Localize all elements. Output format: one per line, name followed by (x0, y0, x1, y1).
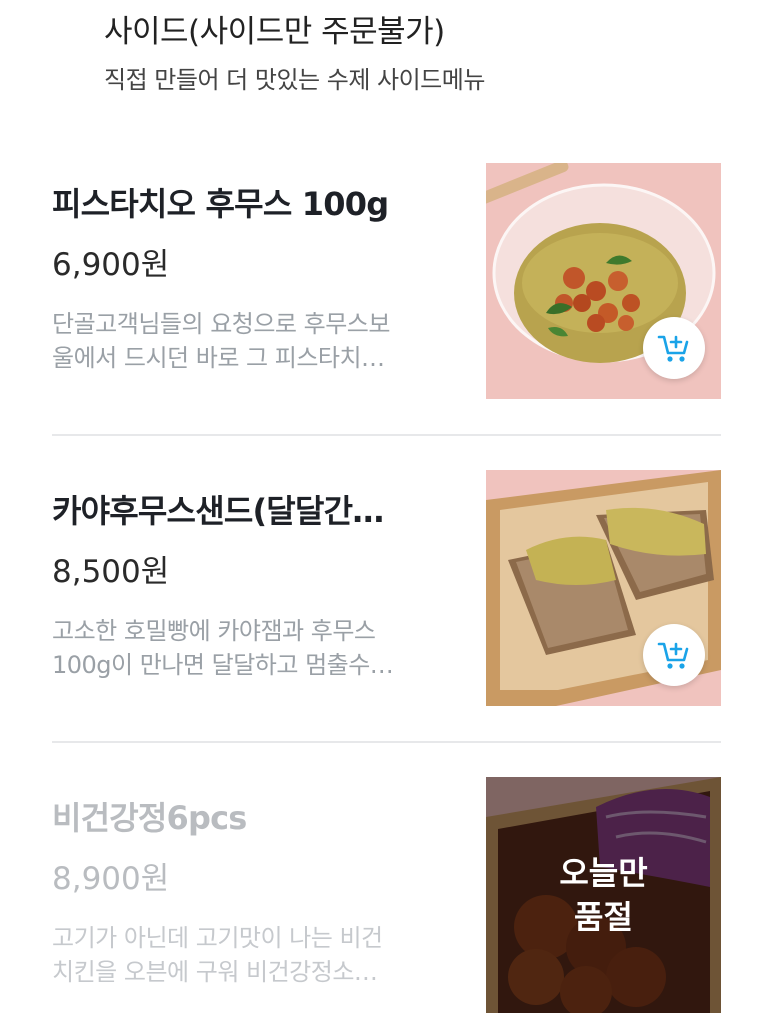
add-to-cart-button[interactable] (643, 624, 705, 686)
section-subtitle: 직접 만들어 더 맛있는 수제 사이드메뉴 (104, 66, 485, 94)
item-description: 단골고객님들의 요청으로 후무스보 울에서 드시던 바로 그 피스타치… (52, 307, 460, 375)
divider (52, 434, 721, 436)
item-name: 피스타치오 후무스 100g (52, 185, 389, 223)
hummus-bowl-photo[interactable] (486, 163, 721, 399)
item-price: 6,900원 (52, 247, 170, 283)
sold-out-label: 오늘만 품절 (559, 854, 648, 936)
divider (52, 741, 721, 743)
add-to-cart-icon (657, 642, 689, 669)
item-name: 카야후무스샌드(달달간… (52, 492, 384, 530)
item-description-line: 단골고객님들의 요청으로 후무스보 (52, 310, 390, 338)
menu-item-kaya-hummus-sandwich[interactable]: 카야후무스샌드(달달간… 8,500원 고소한 호밀빵에 카야잼과 후무스 10… (52, 470, 721, 710)
item-description-line: 울에서 드시던 바로 그 피스타치… (52, 344, 385, 372)
kaya-hummus-sandwich-photo[interactable] (486, 470, 721, 706)
item-price: 8,500원 (52, 554, 170, 590)
item-description-line: 치킨을 오븐에 구워 비건강정소… (52, 958, 378, 986)
item-price: 8,900원 (52, 861, 170, 897)
add-to-cart-icon (657, 335, 689, 362)
item-description: 고기가 아닌데 고기맛이 나는 비건 치킨을 오븐에 구워 비건강정소… (52, 921, 460, 989)
item-description-line: 고기가 아닌데 고기맛이 나는 비건 (52, 924, 383, 952)
add-to-cart-button[interactable] (643, 317, 705, 379)
menu-item-vegan-gangjeong[interactable]: 비건강정6pcs 8,900원 고기가 아닌데 고기맛이 나는 비건 치킨을 오… (52, 777, 721, 1017)
item-description-line: 100g이 만나면 달달하고 멈출수… (52, 651, 394, 679)
item-name: 비건강정6pcs (52, 799, 247, 837)
item-description-line: 고소한 호밀빵에 카야잼과 후무스 (52, 617, 376, 645)
sold-out-overlay: 오늘만 품절 (486, 777, 721, 1013)
section-title: 사이드(사이드만 주문불가) (104, 14, 445, 50)
item-description: 고소한 호밀빵에 카야잼과 후무스 100g이 만나면 달달하고 멈출수… (52, 614, 460, 682)
menu-item-pistachio-hummus[interactable]: 피스타치오 후무스 100g 6,900원 단골고객님들의 요청으로 후무스보 … (52, 163, 721, 403)
vegan-gangjeong-photo[interactable]: 오늘만 품절 (486, 777, 721, 1013)
